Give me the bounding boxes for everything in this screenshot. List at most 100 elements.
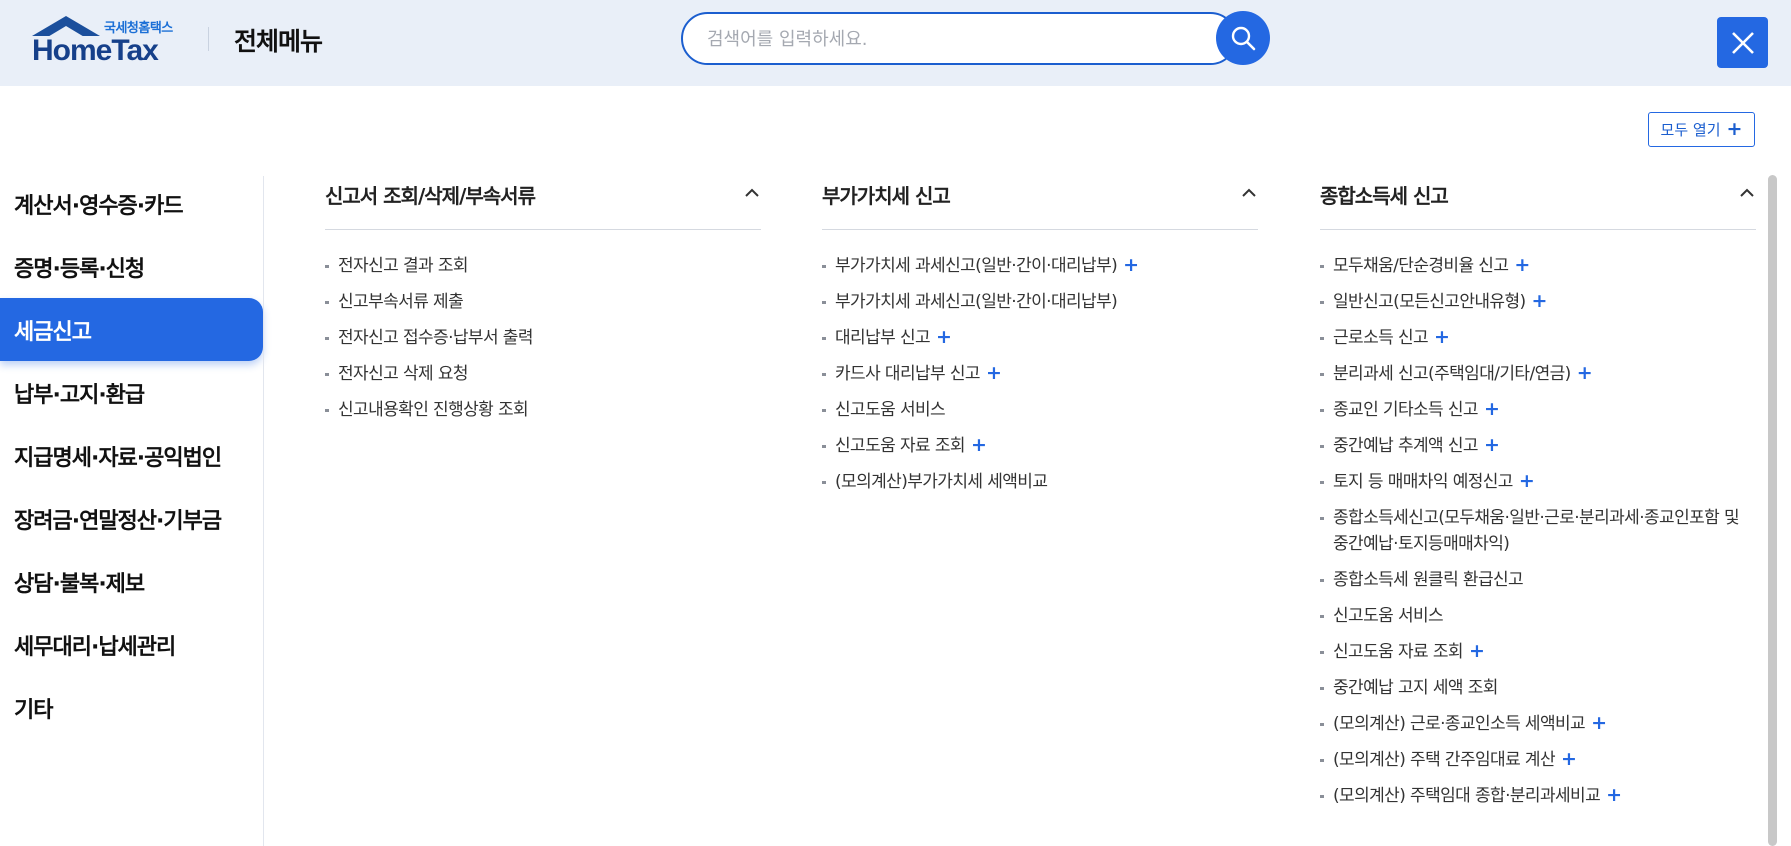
menu-item[interactable]: 신고내용확인 진행상황 조회 [325,397,761,423]
menu-item-label: 모두채움/단순경비율 신고 [1333,256,1509,276]
menu-item-label: 전자신고 삭제 요청 [338,364,469,384]
menu-item-label: 중간예납 고지 세액 조회 [1333,678,1498,698]
expand-plus-icon[interactable]: + [1577,362,1593,384]
bullet-icon [822,265,826,268]
menu-item[interactable]: 중간예납 추계액 신고 + [1320,433,1756,459]
open-all-label: 모두 열기 [1660,121,1721,139]
menu-item-label: 일반신고(모든신고안내유형) [1333,292,1526,312]
close-icon [1731,31,1754,54]
expand-plus-icon[interactable]: + [1514,254,1530,276]
column-title[interactable]: 신고서 조회/삭제/부속서류 [325,180,536,209]
expand-plus-icon[interactable]: + [1469,640,1485,662]
expand-plus-icon[interactable]: + [1519,470,1535,492]
expand-plus-icon[interactable]: + [1434,326,1450,348]
menu-item[interactable]: 전자신고 삭제 요청 [325,361,761,387]
bullet-icon [822,409,826,412]
menu-item[interactable]: 부가가치세 과세신고(일반·간이·대리납부) + [822,253,1258,279]
column-title[interactable]: 종합소득세 신고 [1320,180,1449,209]
menu-item[interactable]: (모의계산) 주택 간주임대료 계산 + [1320,747,1756,773]
chevron-up-icon[interactable] [1738,184,1756,202]
menu-item[interactable]: 전자신고 결과 조회 [325,253,761,279]
menu-item[interactable]: 신고도움 자료 조회 + [1320,639,1756,665]
bullet-icon [1320,687,1324,690]
page-title: 전체메뉴 [234,27,323,56]
menu-item-label: 토지 등 매매차익 예정신고 [1333,472,1513,492]
menu-item[interactable]: 모두채움/단순경비율 신고 + [1320,253,1756,279]
sidebar-item[interactable]: 세금신고 [0,298,263,361]
column-title[interactable]: 부가가치세 신고 [822,180,951,209]
menu-item[interactable]: 근로소득 신고 + [1320,325,1756,351]
bullet-icon [325,373,329,376]
menu-item[interactable]: 신고부속서류 제출 [325,289,761,315]
close-button[interactable] [1717,17,1768,68]
logo-wordmark: HomeTax [32,34,159,67]
menu-column: 신고서 조회/삭제/부속서류전자신고 결과 조회신고부속서류 제출전자신고 접수… [325,172,761,433]
chevron-up-icon[interactable] [1240,184,1258,202]
menu-item[interactable]: 중간예납 고지 세액 조회 [1320,675,1756,701]
category-sidebar: 계산서·영수증·카드 증명·등록·신청 세금신고 납부·고지·환급 지급명세·자료·공익… [0,172,264,739]
sidebar-item[interactable]: 세무대리·납세관리 [0,613,263,676]
menu-item[interactable]: 분리과세 신고(주택임대/기타/연금) + [1320,361,1756,387]
open-all-button[interactable]: 모두 열기 + [1648,112,1755,147]
expand-plus-icon[interactable]: + [1532,290,1548,312]
bullet-icon [822,373,826,376]
menu-item-label: 전자신고 접수증·납부서 출력 [338,328,534,348]
hometax-logo[interactable]: 국세청홈택스 HomeTax [32,14,182,67]
menu-item[interactable]: 토지 등 매매차익 예정신고 + [1320,469,1756,495]
bullet-icon [1320,445,1324,448]
expand-plus-icon[interactable]: + [971,434,987,456]
sidebar-item[interactable]: 지급명세·자료·공익법인 [0,424,263,487]
expand-plus-icon[interactable]: + [1484,434,1500,456]
sidebar-item[interactable]: 증명·등록·신청 [0,235,263,298]
menu-item[interactable]: (모의계산)부가가치세 세액비교 [822,469,1258,495]
sidebar-item[interactable]: 상담·불복·제보 [0,550,263,613]
expand-plus-icon[interactable]: + [986,362,1002,384]
expand-plus-icon[interactable]: + [1561,748,1577,770]
menu-item[interactable]: 카드사 대리납부 신고 + [822,361,1258,387]
sidebar-item[interactable]: 장려금·연말정산·기부금 [0,487,263,550]
search-input[interactable] [707,26,1187,52]
bullet-icon [1320,481,1324,484]
menu-item[interactable]: 종합소득세 원클릭 환급신고 [1320,567,1756,593]
expand-plus-icon[interactable]: + [1484,398,1500,420]
bullet-icon [1320,579,1324,582]
expand-plus-icon[interactable]: + [1123,254,1139,276]
sidebar-item[interactable]: 계산서·영수증·카드 [0,172,263,235]
menu-list: 모두채움/단순경비율 신고 + 일반신고(모든신고안내유형) + 근로소득 신고 + 분리과… [1320,230,1756,809]
menu-item-label: (모의계산) 근로·종교인소득 세액비교 [1333,714,1586,734]
menu-item[interactable]: 신고도움 서비스 [1320,603,1756,629]
bullet-icon [822,301,826,304]
sidebar-item[interactable]: 납부·고지·환급 [0,361,263,424]
sidebar-item[interactable]: 기타 [0,676,263,739]
column-header: 부가가치세 신고 [822,172,1258,230]
bullet-icon [325,337,329,340]
menu-item-label: 신고도움 자료 조회 [1333,642,1464,662]
menu-item-label: 신고부속서류 제출 [338,292,464,312]
menu-item[interactable]: 종교인 기타소득 신고 + [1320,397,1756,423]
menu-item[interactable]: (모의계산) 주택임대 종합·분리과세비교 + [1320,783,1756,809]
menu-item[interactable]: 전자신고 접수증·납부서 출력 [325,325,761,351]
search-button[interactable] [1216,11,1270,65]
menu-item-label: 카드사 대리납부 신고 [835,364,981,384]
plus-icon: + [1726,118,1743,140]
menu-item[interactable]: 신고도움 서비스 [822,397,1258,423]
expand-plus-icon[interactable]: + [1606,784,1622,806]
scrollbar[interactable] [1768,175,1777,846]
menu-item-label: 신고도움 서비스 [835,400,946,420]
expand-plus-icon[interactable]: + [936,326,952,348]
bullet-icon [1320,301,1324,304]
menu-item[interactable]: 종합소득세신고(모두채움·일반·근로·분리과세·종교인포함 및 중간예납·토지등… [1320,505,1756,557]
menu-item[interactable]: 신고도움 자료 조회 + [822,433,1258,459]
menu-item[interactable]: 일반신고(모든신고안내유형) + [1320,289,1756,315]
header-divider [208,27,209,51]
menu-item[interactable]: (모의계산) 근로·종교인소득 세액비교 + [1320,711,1756,737]
menu-column: 종합소득세 신고 모두채움/단순경비율 신고 + 일반신고(모든신고안내유형) + 근로소… [1320,172,1756,819]
menu-item[interactable]: 부가가치세 과세신고(일반·간이·대리납부) [822,289,1258,315]
bullet-icon [325,265,329,268]
chevron-up-icon[interactable] [743,184,761,202]
top-header: 국세청홈택스 HomeTax 전체메뉴 [0,0,1791,86]
menu-item[interactable]: 대리납부 신고 + [822,325,1258,351]
expand-plus-icon[interactable]: + [1591,712,1607,734]
bullet-icon [1320,651,1324,654]
menu-item-label: 종교인 기타소득 신고 [1333,400,1479,420]
